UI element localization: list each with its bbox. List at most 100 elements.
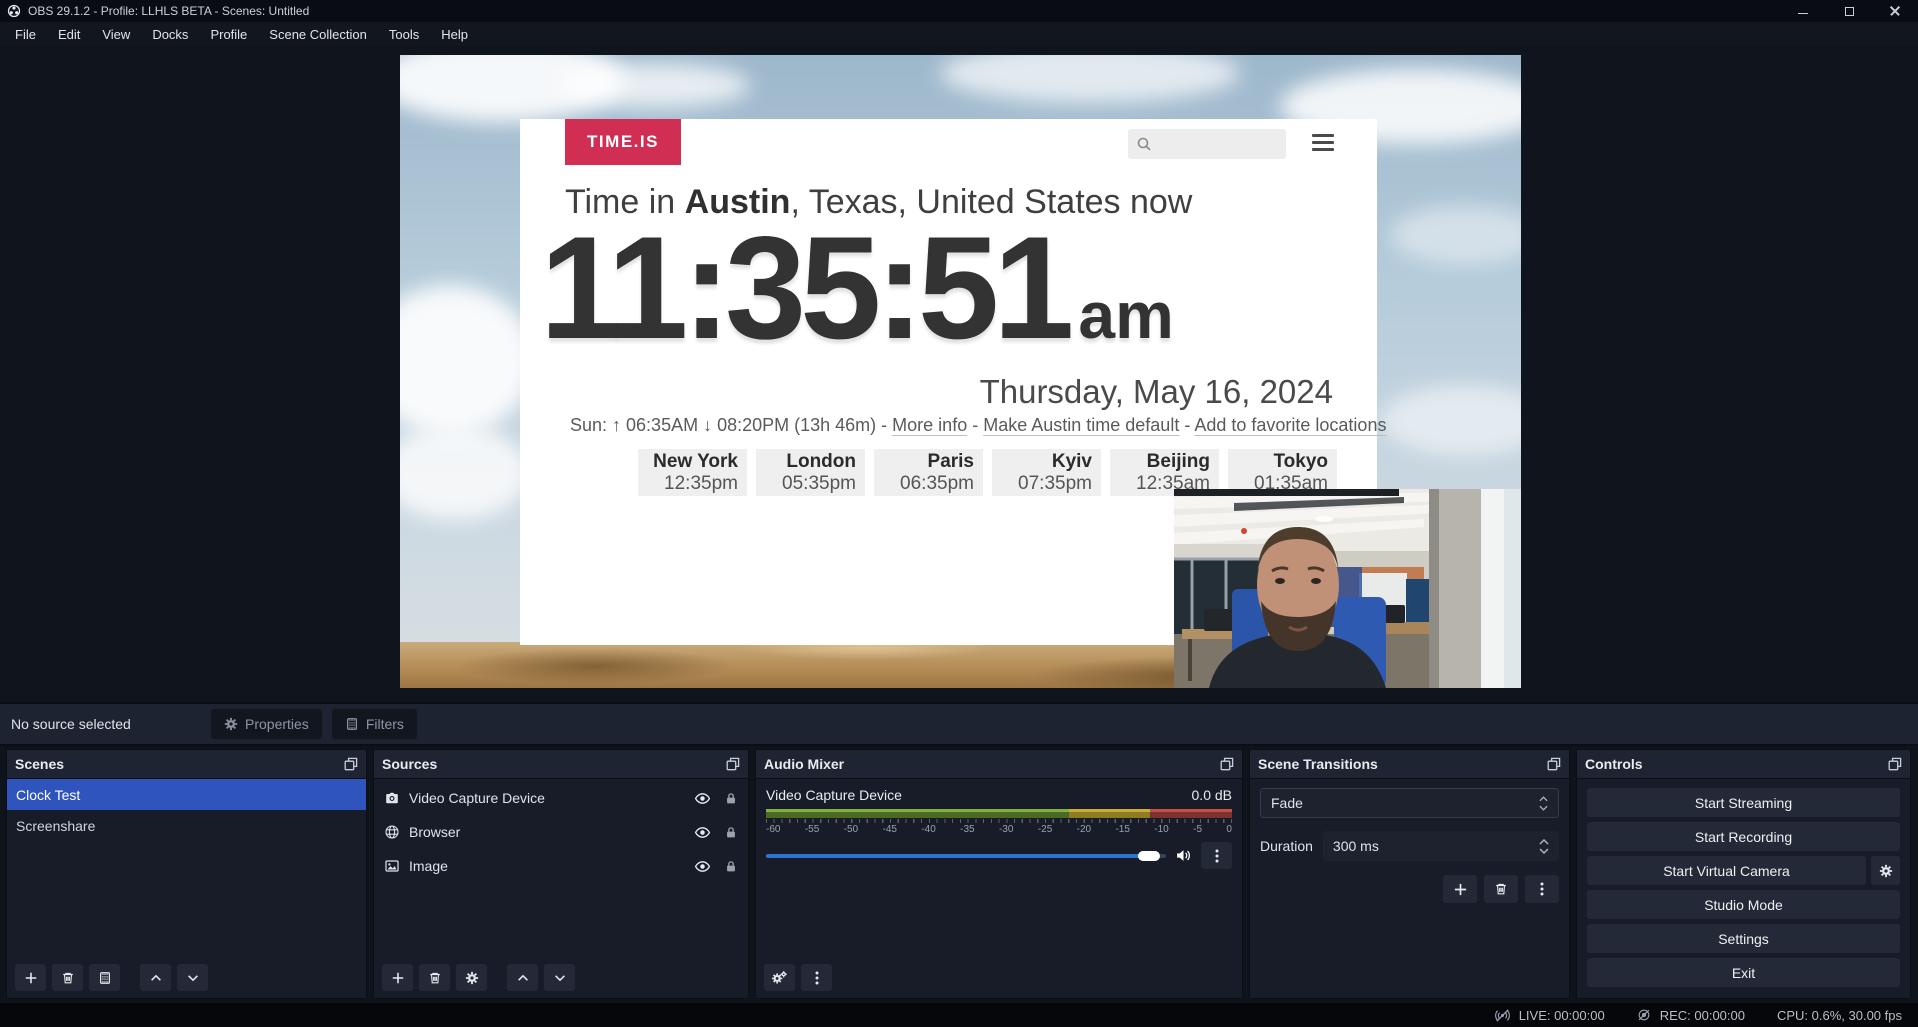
filter-icon	[345, 717, 359, 731]
source-list-item[interactable]: Image	[374, 851, 748, 881]
remove-transition-button[interactable]	[1484, 875, 1518, 903]
source-list-item[interactable]: Browser	[374, 817, 748, 847]
move-scene-up-button[interactable]	[140, 964, 171, 991]
selected-source-toolbar: No source selected Properties Filters	[0, 702, 1918, 746]
window-title: OBS 29.1.2 - Profile: LLHLS BETA - Scene…	[28, 4, 309, 18]
start-recording-button[interactable]: Start Recording	[1587, 822, 1900, 851]
close-icon	[1890, 6, 1900, 16]
remove-source-button[interactable]	[419, 964, 450, 991]
select-arrows-icon	[1539, 796, 1548, 811]
scene-list-item[interactable]: Screenshare	[7, 810, 366, 841]
speaker-icon[interactable]	[1175, 847, 1192, 864]
webcam-overlay[interactable]	[1174, 489, 1521, 688]
program-canvas[interactable]: TIME.IS Time in Austin, Texas, United St…	[400, 55, 1521, 688]
mixer-channel-name: Video Capture Device	[766, 787, 902, 803]
volume-slider-handle[interactable]	[1138, 851, 1160, 861]
minimize-button[interactable]	[1780, 0, 1826, 22]
move-source-up-button[interactable]	[507, 964, 538, 991]
lock-icon[interactable]	[724, 825, 738, 840]
cpu-fps-stats: CPU: 0.6%, 30.00 fps	[1777, 1008, 1902, 1023]
menu-item[interactable]: View	[91, 22, 141, 46]
mixer-channel-menu-button[interactable]	[1201, 842, 1232, 869]
source-list-item[interactable]: Video Capture Device	[374, 783, 748, 813]
cloud	[1380, 385, 1521, 455]
popout-icon[interactable]	[1547, 757, 1561, 771]
lock-icon[interactable]	[724, 859, 738, 874]
scene-list: Clock Test Screenshare	[7, 779, 366, 841]
duration-input[interactable]: 300 ms	[1323, 831, 1559, 861]
world-clock-time: 05:35pm	[782, 473, 856, 495]
menu-item[interactable]: Edit	[47, 22, 91, 46]
world-clock-cell[interactable]: London 05:35pm	[756, 449, 865, 496]
popout-icon[interactable]	[1220, 757, 1234, 771]
transition-menu-button[interactable]	[1525, 875, 1559, 903]
mixer-dock-title: Audio Mixer	[764, 756, 844, 772]
popout-icon[interactable]	[726, 757, 740, 771]
timeis-search-input[interactable]	[1128, 129, 1286, 159]
maximize-button[interactable]	[1826, 0, 1872, 22]
source-properties-button[interactable]	[456, 964, 487, 991]
meter-tick-marks	[766, 819, 1232, 823]
menu-item[interactable]: Scene Collection	[258, 22, 378, 46]
mixer-level-db: 0.0 dB	[1192, 787, 1232, 803]
start-virtual-camera-button[interactable]: Start Virtual Camera	[1587, 856, 1866, 885]
timeis-logo[interactable]: TIME.IS	[565, 119, 681, 165]
settings-button[interactable]: Settings	[1587, 924, 1900, 953]
world-clock-cell[interactable]: Paris 06:35pm	[874, 449, 983, 496]
rec-timer: REC: 00:00:00	[1660, 1008, 1745, 1023]
mixer-menu-button[interactable]	[801, 964, 832, 991]
add-source-button[interactable]	[382, 964, 413, 991]
menu-item[interactable]: File	[4, 22, 47, 46]
menu-item[interactable]: Help	[430, 22, 479, 46]
menubar: File Edit View Docks Profile Scene Colle…	[0, 22, 1918, 46]
minimize-icon	[1798, 13, 1808, 14]
world-clock-city: Kyiv	[1052, 451, 1092, 473]
popout-icon[interactable]	[1888, 757, 1902, 771]
menu-item[interactable]: Tools	[378, 22, 430, 46]
popout-icon[interactable]	[344, 757, 358, 771]
eye-visible-icon[interactable]	[694, 824, 711, 841]
transition-select[interactable]: Fade	[1260, 788, 1559, 818]
filters-button[interactable]: Filters	[332, 709, 417, 739]
time-digits: 11:35:51	[540, 215, 1068, 361]
world-clock-time: 12:35pm	[664, 473, 738, 495]
close-button[interactable]	[1872, 0, 1918, 22]
obs-logo-icon	[7, 4, 21, 18]
virtual-camera-config-button[interactable]	[1871, 856, 1900, 885]
eye-visible-icon[interactable]	[694, 858, 711, 875]
lock-icon[interactable]	[724, 791, 738, 806]
exit-button[interactable]: Exit	[1587, 958, 1900, 987]
add-scene-button[interactable]	[15, 964, 46, 991]
spinner-arrows-icon[interactable]	[1539, 839, 1549, 854]
cloud	[560, 63, 750, 108]
record-inactive-icon	[1637, 1008, 1651, 1022]
remove-scene-button[interactable]	[52, 964, 83, 991]
menu-item[interactable]: Docks	[141, 22, 199, 46]
world-clock-cell[interactable]: New York 12:35pm	[638, 449, 747, 496]
preview-area[interactable]: TIME.IS Time in Austin, Texas, United St…	[0, 46, 1918, 702]
start-streaming-button[interactable]: Start Streaming	[1587, 788, 1900, 817]
volume-slider[interactable]	[766, 854, 1166, 858]
world-clock-cell[interactable]: Kyiv 07:35pm	[992, 449, 1101, 496]
more-info-link[interactable]: More info	[892, 415, 967, 435]
audio-mixer-dock: Audio Mixer Video Capture Device 0.0 dB …	[755, 749, 1243, 999]
scene-list-item[interactable]: Clock Test	[7, 779, 366, 810]
properties-button[interactable]: Properties	[211, 709, 322, 739]
menu-item[interactable]: Profile	[199, 22, 258, 46]
studio-mode-button[interactable]: Studio Mode	[1587, 890, 1900, 919]
move-source-down-button[interactable]	[544, 964, 575, 991]
maximize-icon	[1845, 7, 1854, 16]
eye-visible-icon[interactable]	[694, 790, 711, 807]
cloud	[400, 285, 535, 435]
hamburger-menu-icon[interactable]	[1312, 134, 1334, 151]
add-favorite-link[interactable]: Add to favorite locations	[1194, 415, 1386, 435]
dock-row: Scenes Clock Test Screenshare	[0, 746, 1918, 1003]
sun-info-line: Sun: ↑ 06:35AM ↓ 08:20PM (13h 46m) - Mor…	[570, 415, 1386, 436]
world-clock-city: London	[786, 451, 856, 473]
add-transition-button[interactable]	[1443, 875, 1477, 903]
advanced-audio-button[interactable]	[764, 964, 795, 991]
scene-filters-button[interactable]	[89, 964, 120, 991]
move-scene-down-button[interactable]	[177, 964, 208, 991]
make-default-link[interactable]: Make Austin time default	[983, 415, 1179, 435]
current-time-display: 11:35:51 am	[540, 215, 1174, 361]
